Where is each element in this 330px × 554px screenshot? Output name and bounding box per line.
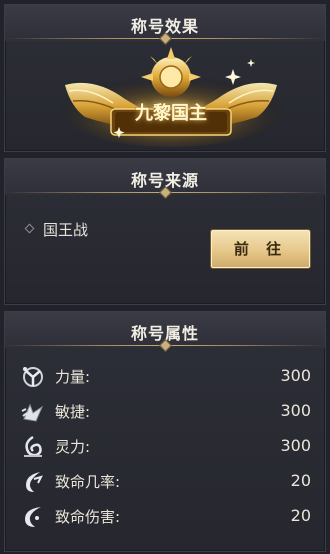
panel-header: 称号效果 bbox=[5, 5, 325, 45]
source-row: 国王战 前 往 bbox=[5, 199, 325, 268]
bullet-diamond-icon bbox=[24, 223, 35, 234]
title-source-panel: 称号来源 国王战 前 往 bbox=[4, 158, 326, 305]
crit-rate-icon bbox=[26, 472, 43, 492]
attribute-row-crit-damage: 致命伤害: 20 bbox=[5, 499, 325, 533]
crit-damage-icon bbox=[25, 507, 41, 527]
attribute-row-power: 力量: 300 bbox=[5, 359, 325, 393]
attribute-name: 力量: bbox=[55, 368, 91, 386]
golden-crest-icon bbox=[59, 47, 283, 147]
attribute-value: 300 bbox=[280, 436, 311, 455]
title-badge-text: 九黎国主 bbox=[135, 103, 207, 124]
panel-header: 称号来源 bbox=[5, 159, 325, 199]
attribute-value: 300 bbox=[280, 366, 311, 385]
power-icon bbox=[23, 367, 43, 387]
attribute-value: 20 bbox=[290, 471, 311, 490]
go-button[interactable]: 前 往 bbox=[211, 230, 310, 268]
attribute-row-agility: 敏捷: 300 bbox=[5, 394, 325, 428]
attribute-value: 300 bbox=[280, 401, 311, 420]
source-label: 国王战 bbox=[43, 221, 89, 239]
title-badge: 九黎国主 bbox=[55, 47, 287, 147]
title-attributes-panel: 称号属性 力量: 300 敏捷: 300 灵力: 300 致命几率: 20 致命… bbox=[4, 311, 326, 552]
attribute-row-spirit: 灵力: 300 bbox=[5, 429, 325, 463]
attribute-value: 20 bbox=[290, 506, 311, 525]
attribute-name: 致命几率: bbox=[55, 473, 121, 491]
attribute-name: 灵力: bbox=[55, 438, 91, 456]
attribute-name: 敏捷: bbox=[55, 403, 91, 421]
panel-header: 称号属性 bbox=[5, 312, 325, 352]
title-effect-panel: 称号效果 九黎国主 bbox=[4, 4, 326, 152]
spirit-icon bbox=[24, 435, 42, 457]
agility-icon bbox=[21, 403, 44, 422]
attribute-name: 致命伤害: bbox=[55, 508, 121, 526]
attribute-row-crit-rate: 致命几率: 20 bbox=[5, 464, 325, 498]
